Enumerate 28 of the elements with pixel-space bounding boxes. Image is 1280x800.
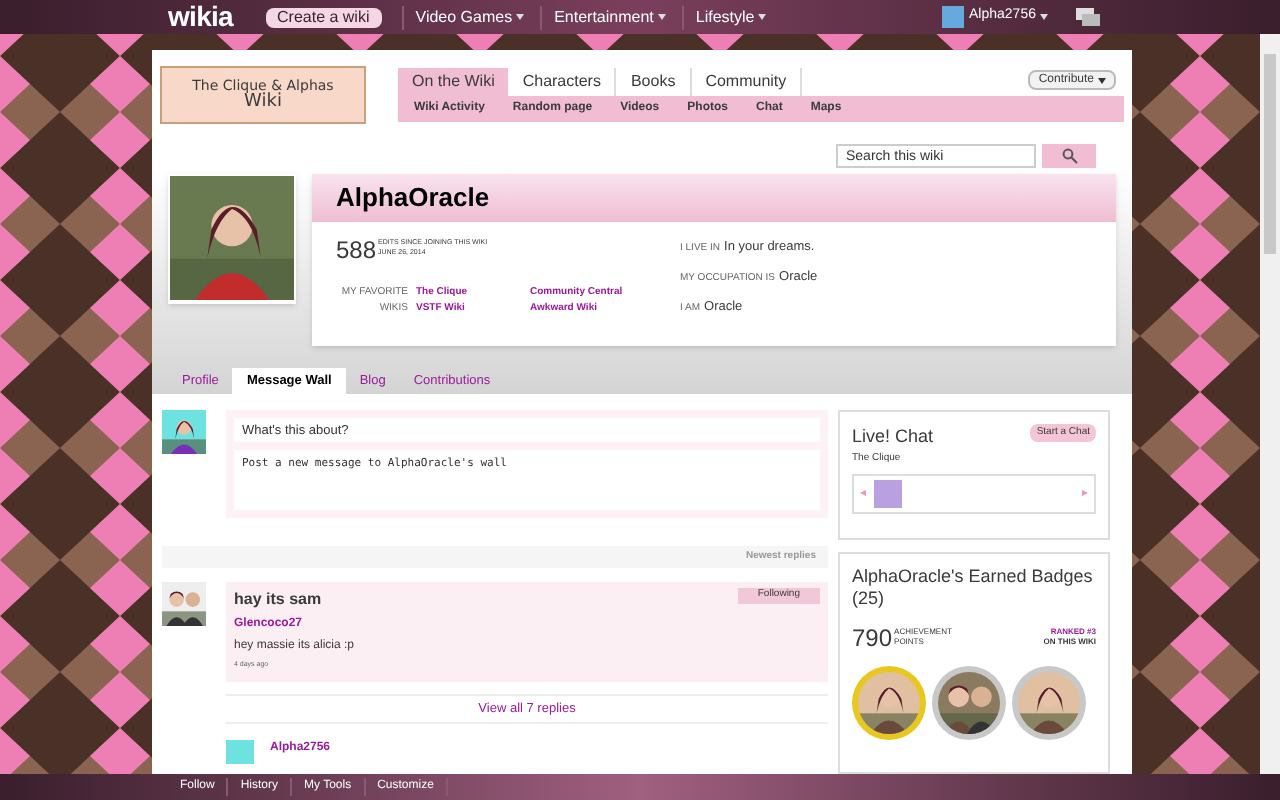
chat-title: Live! Chat	[852, 424, 934, 450]
chat-bubble-icon[interactable]	[1076, 7, 1100, 27]
profile-name: AlphaOracle	[336, 180, 490, 217]
badges-title: AlphaOracle's Earned Badges (25)	[852, 566, 1095, 610]
thread-title[interactable]: hay its sam	[234, 588, 322, 612]
wiki-tab[interactable]: On the Wiki	[398, 68, 509, 96]
badge[interactable]	[1012, 666, 1086, 740]
user-avatar[interactable]	[941, 6, 964, 28]
reply-avatar	[226, 740, 254, 765]
points-count: 790	[852, 626, 893, 650]
badge[interactable]	[932, 666, 1006, 740]
logo-subtitle: Wiki	[244, 93, 282, 111]
caret-icon	[1040, 14, 1048, 20]
search-button[interactable]	[1042, 144, 1096, 168]
nav-menu[interactable]: Lifestyle	[681, 5, 779, 29]
wiki-tab[interactable]: Community	[691, 68, 803, 96]
nav-menu[interactable]: Video Games	[401, 5, 537, 29]
caret-icon	[1098, 77, 1106, 83]
badge[interactable]	[852, 666, 926, 740]
caret-icon	[657, 14, 666, 20]
caret-icon	[516, 14, 525, 20]
wikia-logo[interactable]: wikia	[168, 0, 233, 38]
create-wiki-button[interactable]: Create a wiki	[265, 7, 382, 27]
nav-menu[interactable]: Entertainment	[540, 5, 678, 29]
search-icon	[1061, 148, 1077, 164]
scrollbar[interactable]	[1260, 34, 1280, 774]
edit-count: 588	[336, 238, 377, 262]
caret-icon	[758, 14, 767, 20]
